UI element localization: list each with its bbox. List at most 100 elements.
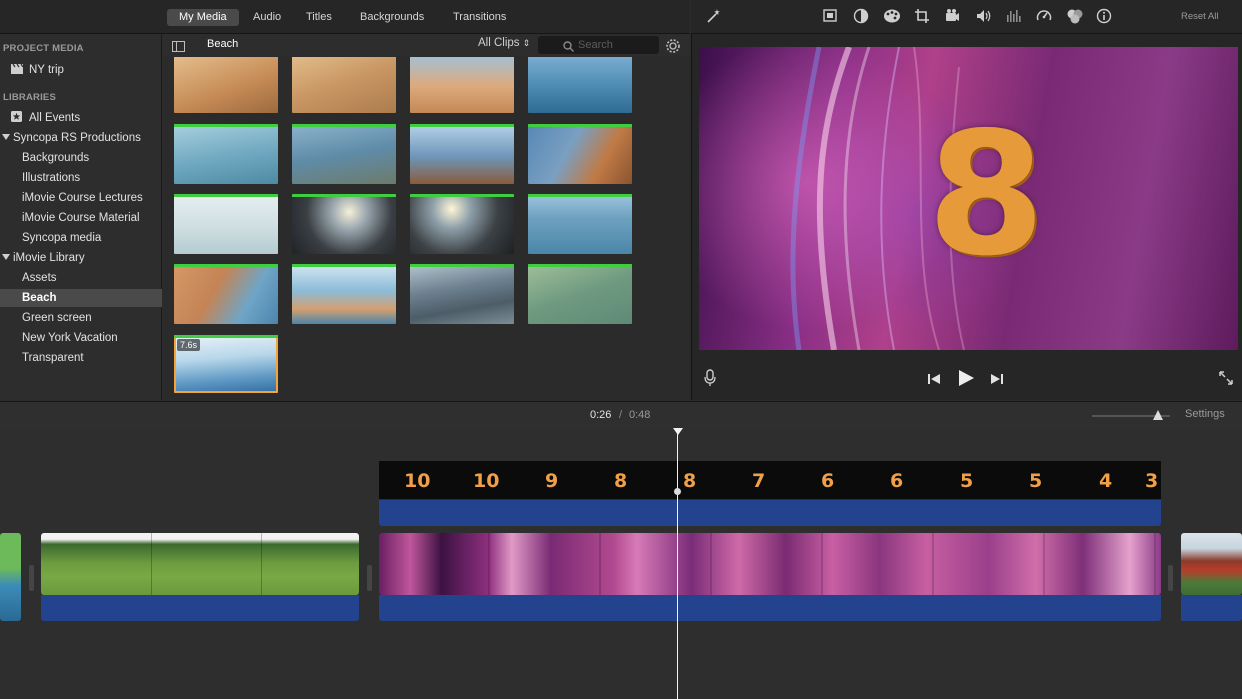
sidebar-item-syncopa-media[interactable]: Syncopa media (0, 229, 183, 247)
project-media-heading: PROJECT MEDIA (3, 43, 84, 54)
clip-thumbnail[interactable] (174, 194, 278, 254)
sidebar-item-backgrounds[interactable]: Backgrounds (0, 149, 183, 167)
fullscreen-icon[interactable] (1218, 370, 1234, 391)
microphone-icon[interactable] (704, 369, 716, 392)
title-number: 8 (614, 470, 628, 492)
search-input[interactable]: Search (538, 36, 659, 54)
tab-titles[interactable]: Titles (294, 9, 344, 26)
clip-thumbnail[interactable] (174, 57, 278, 113)
sidebar-item-imovie-course-lectures[interactable]: iMovie Course Lectures (0, 189, 183, 207)
color-balance-icon[interactable] (853, 8, 869, 24)
clip-thumbnail[interactable] (528, 57, 632, 113)
title-number: 5 (1029, 470, 1043, 492)
disclosure-triangle-icon[interactable] (2, 134, 10, 140)
clip-filter-value: All Clips (478, 37, 520, 49)
analyzed-bar (410, 124, 514, 127)
search-icon (563, 39, 574, 57)
analyzed-bar (410, 194, 514, 197)
analyzed-bar (174, 194, 278, 197)
analyzed-bar (174, 335, 278, 338)
playhead-handle-icon[interactable] (673, 428, 683, 435)
sidebar-item-label: iMovie Library (13, 252, 85, 264)
clip-filter-icon[interactable] (1066, 8, 1083, 24)
clip-thumbnail[interactable] (528, 264, 632, 324)
sidebar-item-assets[interactable]: Assets (0, 269, 183, 287)
stabilization-icon[interactable] (944, 8, 960, 24)
zoom-slider-thumb[interactable] (1153, 410, 1164, 420)
timeline-clip-background[interactable] (379, 533, 1161, 595)
clip-filter-select[interactable]: All Clips ⇕ (478, 37, 530, 49)
volume-icon[interactable] (975, 8, 991, 24)
countdown-number: 8 (927, 96, 1046, 294)
clip-thumbnail[interactable] (528, 124, 632, 184)
clip-thumbnail[interactable] (410, 194, 514, 254)
time-separator: / (619, 409, 623, 421)
clip-audio-waveform (379, 595, 1161, 621)
tab-my-media[interactable]: My Media (167, 9, 239, 26)
info-icon[interactable] (1096, 8, 1112, 24)
clip-thumbnail[interactable] (292, 57, 396, 113)
skip-back-icon[interactable] (927, 372, 941, 390)
sidebar-item-green-screen[interactable]: Green screen (0, 309, 183, 327)
sidebar-item-label: NY trip (29, 64, 64, 76)
skip-forward-icon[interactable] (990, 372, 1004, 390)
clip-thumbnail[interactable] (410, 124, 514, 184)
clip-frame-divider (261, 533, 262, 595)
clip-trim-handle[interactable] (29, 565, 34, 591)
playhead-marker (674, 488, 681, 495)
clip-thumbnail-selected[interactable]: 7.6s (174, 335, 278, 393)
clip-thumbnail[interactable] (292, 264, 396, 324)
analyzed-bar (528, 194, 632, 197)
sidebar-item-beach[interactable]: Beach (0, 289, 183, 307)
title-number: 6 (890, 470, 904, 492)
disclosure-triangle-icon[interactable] (2, 254, 10, 260)
color-correction-icon[interactable] (883, 8, 900, 24)
library-sidebar: PROJECT MEDIA NY trip LIBRARIES All Even… (0, 34, 183, 400)
analyzed-bar (292, 264, 396, 267)
play-icon[interactable] (957, 369, 975, 392)
video-preview[interactable]: 8 (699, 47, 1238, 350)
analyzed-bar (528, 264, 632, 267)
sidebar-item-illustrations[interactable]: Illustrations (0, 169, 183, 187)
tab-transitions[interactable]: Transitions (441, 9, 518, 26)
sidebar-item-transparent[interactable]: Transparent (0, 349, 183, 367)
timeline-clip-park[interactable] (41, 533, 359, 595)
magic-wand-icon[interactable] (706, 8, 722, 24)
clip-thumbnail[interactable] (292, 124, 396, 184)
search-placeholder: Search (578, 39, 613, 51)
speed-icon[interactable] (1036, 8, 1052, 24)
timeline-clip[interactable] (0, 533, 21, 621)
sidebar-item-ny-trip[interactable]: NY trip (0, 61, 172, 79)
clip-thumbnail[interactable] (528, 194, 632, 254)
playhead[interactable] (677, 433, 678, 699)
clip-thumbnail[interactable] (292, 194, 396, 254)
analyzed-bar (528, 124, 632, 127)
timeline-clip[interactable] (1181, 533, 1242, 595)
clip-thumbnail[interactable] (174, 124, 278, 184)
title-number: 5 (960, 470, 974, 492)
toggle-sidebar-icon[interactable] (172, 39, 185, 57)
clip-trim-handle[interactable] (1168, 565, 1173, 591)
zoom-slider[interactable] (1092, 410, 1170, 420)
sidebar-item-new-york-vacation[interactable]: New York Vacation (0, 329, 183, 347)
sidebar-item-all-events[interactable]: All Events (0, 109, 172, 127)
sidebar-item-imovie-library[interactable]: iMovie Library (0, 249, 163, 267)
clip-thumbnail[interactable] (410, 57, 514, 113)
clip-trim-handle[interactable] (367, 565, 372, 591)
sidebar-item-imovie-course-material[interactable]: iMovie Course Material (0, 209, 183, 227)
media-browser: 7.6s (162, 57, 690, 400)
title-number: 10 (404, 470, 431, 492)
clip-thumbnail[interactable] (410, 264, 514, 324)
analyzed-bar (410, 264, 514, 267)
gear-icon[interactable] (665, 38, 681, 59)
tab-backgrounds[interactable]: Backgrounds (348, 9, 436, 26)
equalizer-icon[interactable] (1005, 8, 1021, 24)
crop-icon[interactable] (914, 8, 930, 24)
sidebar-item-syncopa-rs-productions[interactable]: Syncopa RS Productions (0, 129, 163, 147)
tab-audio[interactable]: Audio (241, 9, 293, 26)
reset-all-button[interactable]: Reset All (1181, 11, 1219, 22)
timeline-header: 0:26 / 0:48 Settings (0, 401, 1242, 430)
clip-thumbnail[interactable] (174, 264, 278, 324)
timeline-settings-button[interactable]: Settings (1185, 408, 1225, 420)
crop-frame-icon[interactable] (822, 8, 838, 24)
